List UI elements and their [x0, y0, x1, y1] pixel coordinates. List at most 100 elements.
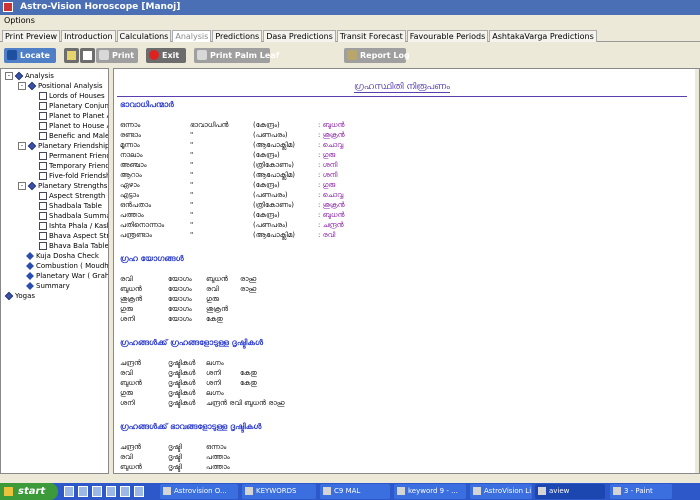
- collapse-toggle-icon[interactable]: -: [18, 142, 26, 150]
- tree-item[interactable]: Summary: [18, 281, 70, 291]
- collapse-toggle-icon[interactable]: -: [5, 72, 13, 80]
- tree-item[interactable]: Ishta Phala / Kash: [31, 221, 109, 231]
- tab-print-preview[interactable]: Print Preview: [2, 30, 61, 42]
- quicklaunch-app-icon[interactable]: [120, 486, 130, 497]
- report-pane: ഗ്രഹസ്ഥിതി നിരൂപണം ഭാവാധിപന്മാർ ഒന്നാം ഭാവ…: [113, 68, 700, 474]
- print-button[interactable]: Print: [96, 48, 138, 63]
- copy-button[interactable]: [80, 48, 95, 63]
- taskbar-button[interactable]: KEYWORDS: [242, 484, 316, 499]
- report-cell: പത്താം: [206, 463, 230, 471]
- taskbar-button-label: Astrovision O...: [174, 487, 227, 495]
- tree-item[interactable]: - Analysis: [5, 71, 54, 81]
- tab-introduction[interactable]: Introduction: [61, 30, 116, 42]
- tree-item[interactable]: - Planetary Strengths: [18, 181, 107, 191]
- taskbar-button[interactable]: C9 MAL: [320, 484, 390, 499]
- report-cell: ബുധൻ: [120, 463, 142, 471]
- report-cell: രവി: [206, 285, 219, 293]
- report-cell: രാഹു: [240, 285, 257, 293]
- report-log-button[interactable]: Report Log: [344, 48, 410, 63]
- report-cell: ലഗ്നം: [206, 389, 224, 397]
- tree-item[interactable]: Planetary Conjunc: [31, 101, 108, 111]
- tree-item-label: Planetary War ( Graha: [36, 272, 109, 280]
- report-cell: : ചൊവ്വ: [318, 141, 344, 149]
- diamond-icon: [26, 272, 34, 280]
- quicklaunch-folder-icon[interactable]: [92, 486, 102, 497]
- taskbar-button[interactable]: 3 - Paint: [610, 484, 672, 499]
- tree-item[interactable]: Combustion ( Moudhya: [18, 261, 108, 271]
- section-heading: ഗ്രഹങ്ങൾക്ക് ഗ്രഹങ്ങളോടുള്ള ദൃഷ്ടികൾ: [120, 338, 264, 347]
- report-cell: ഭാവാധിപൻ: [190, 121, 229, 129]
- quicklaunch-browser-icon[interactable]: [78, 486, 88, 497]
- tree-item[interactable]: - Planetary Friendship C: [18, 141, 108, 151]
- report-cell: ബുധൻ: [120, 379, 142, 387]
- tab-favourable-periods[interactable]: Favourable Periods: [406, 30, 489, 42]
- section-heading: ഗ്രഹങ്ങൾക്ക് ഭാവങ്ങളോടുള്ള ദൃഷ്ടികൾ: [120, 422, 262, 431]
- tree-item[interactable]: Bhava Bala Table: [31, 241, 108, 251]
- save-button[interactable]: [64, 48, 79, 63]
- report-cell: യോഗം: [168, 295, 192, 303]
- tree-item-label: Ishta Phala / Kash: [49, 222, 109, 230]
- doc-icon: [39, 152, 47, 160]
- collapse-toggle-icon[interactable]: -: [18, 82, 26, 90]
- tree-item[interactable]: Aspect Strength C: [31, 191, 109, 201]
- tree-item[interactable]: Shadbala Summar: [31, 211, 108, 221]
- tree-item-label: Aspect Strength C: [49, 192, 109, 200]
- tree-item-label: Summary: [36, 282, 70, 290]
- report-cell: ശനി: [120, 399, 135, 407]
- exit-button[interactable]: Exit: [146, 48, 186, 63]
- print-palm-leaf-button[interactable]: Print Palm Leaf: [194, 48, 279, 63]
- tree-item[interactable]: Planetary War ( Graha: [18, 271, 109, 281]
- tab-calculations[interactable]: Calculations: [116, 30, 172, 42]
- window-icon: [323, 487, 331, 495]
- tab-predictions[interactable]: Predictions: [212, 30, 263, 42]
- report-cell: ഒന്നാം: [206, 443, 227, 451]
- locate-button[interactable]: Locate: [4, 48, 56, 63]
- quicklaunch-desktop-icon[interactable]: [106, 486, 116, 497]
- tree-item-label: Planet to Planet A:: [49, 112, 109, 120]
- tree-item[interactable]: - Positional Analysis: [18, 81, 103, 91]
- taskbar-button[interactable]: Astrovision O...: [160, 484, 238, 499]
- tree-item[interactable]: Benefic and Malef: [31, 131, 108, 141]
- report-cell: ": [190, 161, 194, 169]
- report-cell: (കേന്ദ്രം): [253, 121, 280, 129]
- tree-item[interactable]: Permanent Friends: [31, 151, 108, 161]
- tree-item[interactable]: Temporary Friends: [31, 161, 108, 171]
- tree-item-label: Analysis: [25, 72, 54, 80]
- tree-item[interactable]: Bhava Aspect Stre: [31, 231, 109, 241]
- collapse-toggle-icon[interactable]: -: [18, 182, 26, 190]
- tree-item[interactable]: Planet to Planet A:: [31, 111, 109, 121]
- analysis-tree[interactable]: - Analysis - Positional Analysis Lords of Ho…: [0, 68, 109, 474]
- tree-item[interactable]: Shadbala Table: [31, 201, 102, 211]
- menu-bar: Options: [0, 15, 700, 27]
- tab-dasa-predictions[interactable]: Dasa Predictions: [263, 30, 336, 42]
- window-icon: [397, 487, 405, 495]
- vertical-scrollbar[interactable]: [695, 69, 699, 473]
- taskbar-button[interactable]: AstroVision Li...: [470, 484, 532, 499]
- start-button[interactable]: start: [0, 483, 58, 500]
- report-cell: ആറാം: [120, 171, 142, 179]
- tree-item[interactable]: Yogas: [4, 291, 35, 301]
- tree-item[interactable]: Five-fold Friendshi: [31, 171, 108, 181]
- menu-options[interactable]: Options: [4, 16, 35, 25]
- tab-transit-forecast[interactable]: Transit Forecast: [336, 30, 406, 42]
- taskbar-button[interactable]: keyword 9 - ...: [394, 484, 466, 499]
- quicklaunch-media-icon[interactable]: [134, 486, 144, 497]
- book-icon: [4, 291, 14, 301]
- taskbar-button[interactable]: aview: [535, 484, 605, 499]
- report-log-label: Report Log: [360, 51, 410, 60]
- window-icon: [163, 487, 171, 495]
- report-cell: ദൃഷ്ടികൾ: [168, 369, 196, 377]
- report-cell: : ഗുരു: [318, 181, 336, 189]
- locate-icon: [7, 50, 17, 60]
- tree-item[interactable]: Planet to House A: [31, 121, 108, 131]
- tab-ashtakavarga-predictions[interactable]: AshtakaVarga Predictions: [489, 30, 597, 42]
- report-cell: (ആപോക്ലിമ): [253, 231, 295, 239]
- tree-item[interactable]: Lords of Houses: [31, 91, 105, 101]
- report-cell: കേതു: [240, 369, 257, 377]
- report-cell: : ശനി: [318, 161, 338, 169]
- tree-item[interactable]: Kuja Dosha Check: [18, 251, 99, 261]
- tree-item-label: Shadbala Table: [49, 202, 102, 210]
- tree-item-label: Bhava Aspect Stre: [49, 232, 109, 240]
- quicklaunch-ie-icon[interactable]: [64, 486, 74, 497]
- tab-analysis[interactable]: Analysis: [172, 30, 212, 42]
